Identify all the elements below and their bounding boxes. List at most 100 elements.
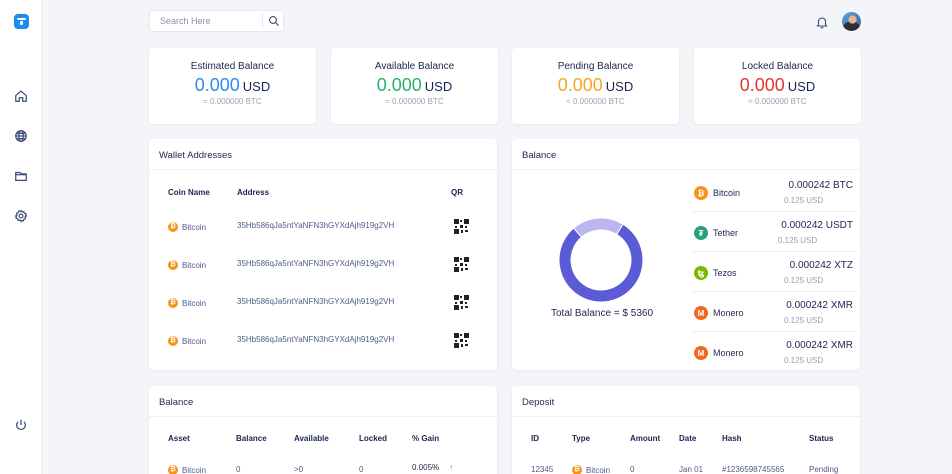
monero-icon: M — [694, 306, 708, 320]
qr-code-icon[interactable] — [454, 257, 469, 272]
coin-usd: 0.125 USD — [784, 356, 824, 365]
coin-name: Bitcoin — [182, 337, 207, 346]
stat-unit: USD — [605, 79, 634, 94]
stat-btc: ≈ 0.000000 BTC — [203, 97, 262, 106]
deposit-amount: 0 — [630, 465, 635, 474]
locked-value: 0 — [359, 465, 364, 474]
stat-title: Estimated Balance — [190, 61, 275, 72]
coin-balance-row[interactable]: ꜩ Tezos 0.000242 XTZ 0.125 USD — [692, 252, 857, 292]
coin-usd: 0.125 USD — [784, 316, 824, 325]
column-header: Address — [237, 188, 270, 197]
coin-name: Tezos — [713, 268, 737, 278]
wallet-address[interactable]: 35Hb586qJa5ntYaNFN3hGYXdAjh919g2VH — [237, 259, 394, 268]
qr-code-icon[interactable] — [454, 219, 469, 234]
arrow-up-icon: ↑ — [449, 463, 453, 472]
coin-name: Tether — [713, 228, 739, 238]
bitcoin-icon: ₿ — [168, 260, 178, 270]
coin-name: Bitcoin — [713, 188, 741, 198]
coin-name: Bitcoin — [182, 223, 207, 232]
bell-icon[interactable] — [815, 15, 829, 29]
qr-code-icon[interactable] — [454, 333, 469, 348]
user-avatar[interactable] — [842, 12, 861, 31]
stat-title: Locked Balance — [741, 61, 814, 72]
stat-card-available: Available Balance 0.000 USD ≈ 0.000000 BT… — [331, 48, 498, 124]
bitcoin-icon: ₿ — [572, 465, 582, 474]
balance-donut-chart — [558, 217, 644, 303]
stat-unit: USD — [787, 79, 816, 94]
column-header: Asset — [168, 434, 190, 443]
coin-name: Monero — [713, 348, 744, 358]
search-input[interactable] — [150, 11, 262, 31]
coin-balance-row[interactable]: M Monero 0.000242 XMR 0.125 USD — [692, 292, 857, 332]
monero-icon: M — [694, 346, 708, 360]
coin-name: Bitcoin — [182, 261, 207, 270]
qr-code-icon[interactable] — [454, 295, 469, 310]
column-header: Date — [679, 434, 697, 443]
coin-name: Monero — [713, 308, 744, 318]
tezos-icon: ꜩ — [694, 266, 708, 280]
globe-icon[interactable] — [12, 127, 30, 145]
tether-icon: ₮ — [694, 226, 708, 240]
coin-amount: 0.000242 USDT — [781, 220, 853, 231]
coin-amount: 0.000242 XMR — [786, 340, 853, 351]
deposit-status: Pending — [809, 465, 839, 474]
search-box — [149, 10, 284, 32]
stat-value-line: 0.000 USD — [331, 74, 498, 98]
app-logo[interactable] — [14, 14, 29, 29]
bitcoin-icon: ₿ — [168, 336, 178, 346]
coin-balance-row[interactable]: ₮ Tether 0.000242 USDT 0.125 USD — [692, 212, 857, 252]
coin-amount: 0.000242 XMR — [786, 300, 853, 311]
column-header: Hash — [722, 434, 742, 443]
coin-amount: 0.000242 XTZ — [789, 260, 853, 271]
gain-value: 0.005% — [412, 463, 440, 472]
card-title: Balance — [159, 397, 194, 408]
stat-unit: USD — [242, 79, 271, 94]
wallet-address[interactable]: 35Hb586qJa5ntYaNFN3hGYXdAjh919g2VH — [237, 335, 394, 344]
coin-name: Bitcoin — [182, 299, 207, 308]
coin-balance-row[interactable]: ₿ Bitcoin 0.000242 BTC 0.125 USD — [692, 172, 857, 212]
bitcoin-icon: ₿ — [694, 186, 708, 200]
stat-btc: ≈ 0.000000 BTC — [748, 97, 807, 106]
search-divider — [262, 13, 263, 29]
available-value: >0 — [294, 465, 304, 474]
column-header: QR — [451, 188, 463, 197]
wallet-icon[interactable] — [12, 167, 30, 185]
balance-value: 0 — [236, 465, 241, 474]
column-header: ID — [531, 434, 539, 443]
wallet-addresses-card: Wallet Addresses Coin Name Address QR ₿ … — [149, 139, 497, 370]
card-title: Deposit — [522, 397, 555, 408]
bitcoin-icon: ₿ — [168, 465, 178, 474]
wallet-address[interactable]: 35Hb586qJa5ntYaNFN3hGYXdAjh919g2VH — [237, 297, 394, 306]
bitcoin-icon: ₿ — [168, 222, 178, 232]
coin-amount: 0.000242 BTC — [788, 180, 854, 191]
balance-table-card: Balance Asset Balance Available Locked %… — [149, 386, 497, 474]
stat-card-estimated: Estimated Balance 0.000 USD ≈ 0.000000 BT… — [149, 48, 316, 124]
deposit-type: Bitcoin — [586, 466, 611, 474]
stat-value: 0.000 — [376, 75, 422, 95]
column-header: % Gain — [412, 434, 440, 443]
stat-value: 0.000 — [557, 75, 603, 95]
wallet-address[interactable]: 35Hb586qJa5ntYaNFN3hGYXdAjh919g2VH — [237, 221, 394, 230]
power-icon[interactable] — [12, 416, 30, 434]
column-header: Available — [294, 434, 329, 443]
deposit-id: 12345 — [531, 465, 554, 474]
column-header: Locked — [359, 434, 388, 443]
stat-title: Available Balance — [374, 61, 455, 72]
divider — [512, 416, 860, 417]
settings-icon[interactable] — [12, 207, 30, 225]
home-icon[interactable] — [12, 87, 30, 105]
coin-balance-row[interactable]: M Monero 0.000242 XMR 0.125 USD — [692, 332, 857, 372]
coin-usd: 0.125 USD — [784, 196, 824, 205]
stat-card-locked: Locked Balance 0.000 USD ≈ 0.000000 BTC — [694, 48, 861, 124]
donut-segments — [558, 217, 644, 303]
balance-chart-card: Balance Total Balance = $ 5360 ₿ Bitcoin… — [512, 139, 860, 370]
card-title: Balance — [522, 150, 557, 161]
coin-usd: 0.125 USD — [784, 276, 824, 285]
search-icon[interactable] — [268, 15, 280, 27]
total-balance: Total Balance = $ 5360 — [550, 308, 654, 319]
column-header: Coin Name — [168, 188, 210, 197]
deposit-hash[interactable]: #1236598745565 — [722, 465, 784, 474]
column-header: Balance — [236, 434, 267, 443]
stat-card-pending: Pending Balance 0.000 USD ≈ 0.000000 BTC — [512, 48, 679, 124]
bitcoin-icon: ₿ — [168, 298, 178, 308]
